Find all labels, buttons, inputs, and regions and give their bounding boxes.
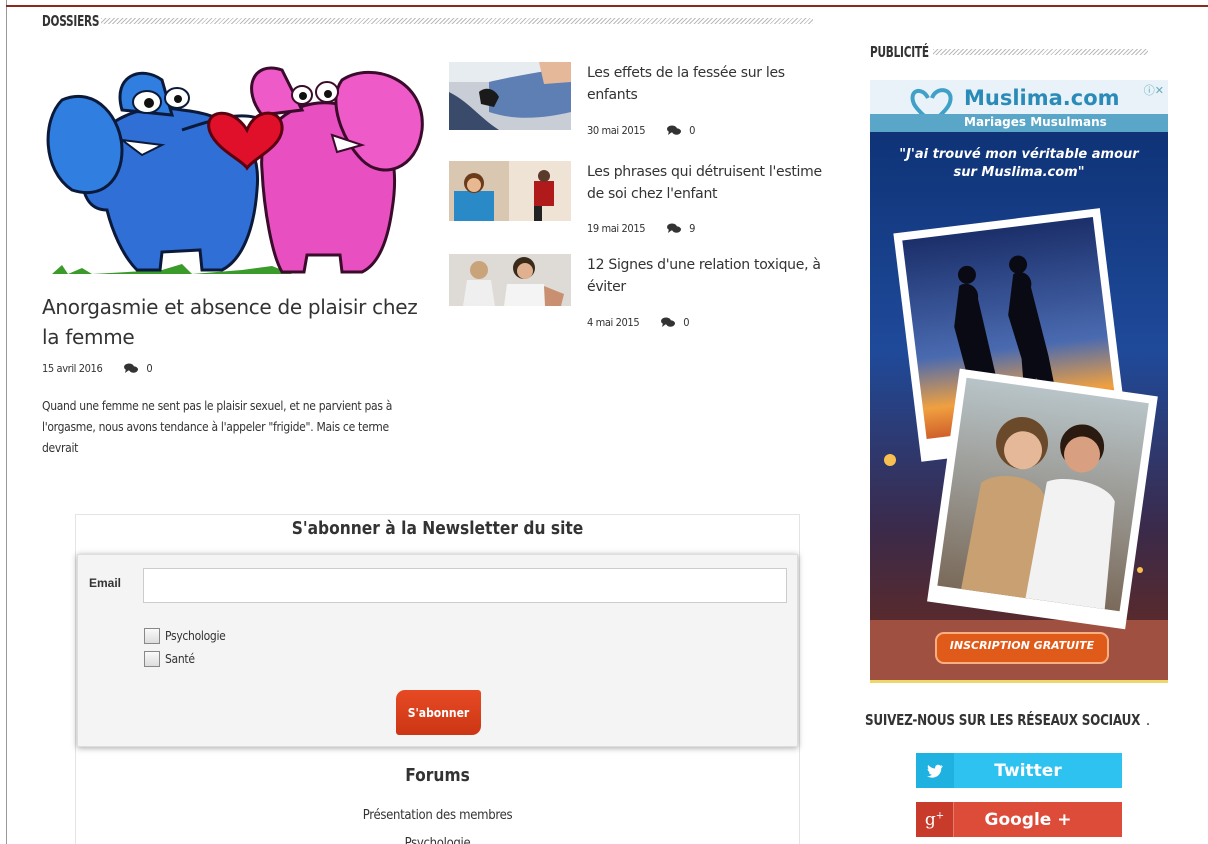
social-heading: SUIVEZ-NOUS SUR LES RÉSEAUX SOCIAUX.	[865, 711, 1149, 729]
email-field[interactable]	[143, 568, 787, 603]
forum-link[interactable]: Psychologie	[75, 836, 800, 844]
heading-dot: .	[1146, 717, 1150, 728]
advertisement-banner[interactable]: Muslima.com Mariages Musulmans ⓘ✕ "J'ai …	[870, 80, 1168, 680]
article-date: 19 mai 2015	[587, 222, 646, 235]
page-frame	[6, 0, 7, 844]
article-title[interactable]: Les effets de la fessée sur les enfants	[587, 62, 832, 106]
article-comments[interactable]: 0	[667, 124, 695, 137]
feature-title[interactable]: Anorgasmie et absence de plaisir chez la…	[42, 292, 432, 352]
feature-excerpt: Quand une femme ne sent pas le plaisir s…	[42, 399, 393, 455]
article-comments[interactable]: 9	[667, 222, 695, 235]
article-thumbnail[interactable]	[449, 254, 571, 306]
section-title: DOSSIERS	[42, 12, 100, 30]
section-heading-publicite: PUBLICITÉ	[870, 43, 1149, 61]
google-plus-label: Google +	[984, 809, 1072, 830]
forum-link[interactable]: Présentation des membres	[75, 808, 800, 823]
article-thumbnail[interactable]	[449, 161, 571, 221]
ad-quote-line: sur Muslima.com"	[953, 165, 1085, 180]
checkbox-option-psychologie[interactable]: Psychologie	[144, 628, 226, 644]
ad-cta-button[interactable]: INSCRIPTION GRATUITE	[936, 639, 1108, 652]
checkbox-label: Santé	[165, 652, 195, 666]
article-comments[interactable]: 0	[661, 316, 690, 329]
ad-border	[870, 680, 1168, 683]
comment-count: 0	[683, 316, 690, 329]
checkbox[interactable]	[144, 651, 160, 667]
comments-icon	[667, 223, 682, 233]
forums-title: Forums	[405, 765, 470, 786]
article-date: 4 mai 2015	[587, 316, 640, 329]
twitter-icon	[916, 753, 954, 788]
newsletter-title: S'abonner à la Newsletter du site	[291, 518, 584, 539]
heading-hatch	[101, 18, 814, 24]
email-label: Email	[89, 576, 122, 590]
feature-meta: 15 avril 2016 0	[42, 362, 153, 375]
heading-hatch	[933, 49, 1149, 55]
section-title: PUBLICITÉ	[870, 43, 929, 61]
twitter-button[interactable]: Twitter	[916, 753, 1122, 788]
ad-brand: Muslima.com	[964, 86, 1120, 110]
comment-count: 0	[146, 362, 153, 375]
comments-icon	[661, 317, 676, 327]
google-plus-icon: g+	[916, 802, 954, 837]
comments-icon	[667, 125, 682, 135]
article-meta: 19 mai 2015 9	[587, 222, 695, 235]
social-title: SUIVEZ-NOUS SUR LES RÉSEAUX SOCIAUX	[865, 711, 1141, 729]
article-meta: 4 mai 2015 0	[587, 316, 690, 329]
article-date: 30 mai 2015	[587, 124, 646, 137]
section-heading-dossiers: DOSSIERS	[42, 12, 814, 30]
subscribe-button[interactable]: S'abonner	[396, 690, 481, 735]
comment-count: 9	[689, 222, 696, 235]
feature-image-elephants[interactable]	[42, 60, 428, 278]
twitter-label: Twitter	[994, 760, 1062, 781]
google-plus-button[interactable]: g+ Google +	[916, 802, 1122, 837]
article-title[interactable]: 12 Signes d'une relation toxique, à évit…	[587, 254, 832, 298]
comment-count: 0	[689, 124, 696, 137]
checkbox-label: Psychologie	[165, 629, 226, 643]
ad-quote-line: "J'ai trouvé mon véritable amour	[899, 147, 1139, 162]
article-thumbnail[interactable]	[449, 62, 571, 130]
ad-tagline: Mariages Musulmans	[964, 115, 1107, 129]
comments-icon	[124, 363, 139, 373]
ad-quote: "J'ai trouvé mon véritable amour sur Mus…	[870, 146, 1168, 182]
feature-date: 15 avril 2016	[42, 362, 103, 375]
checkbox[interactable]	[144, 628, 160, 644]
checkbox-option-sante[interactable]: Santé	[144, 651, 195, 667]
feature-comments[interactable]: 0	[124, 362, 153, 375]
header-rule	[6, 5, 1208, 7]
article-meta: 30 mai 2015 0	[587, 124, 695, 137]
article-title[interactable]: Les phrases qui détruisent l'estime de s…	[587, 161, 832, 205]
ad-close-icon[interactable]: ⓘ✕	[1144, 82, 1164, 98]
